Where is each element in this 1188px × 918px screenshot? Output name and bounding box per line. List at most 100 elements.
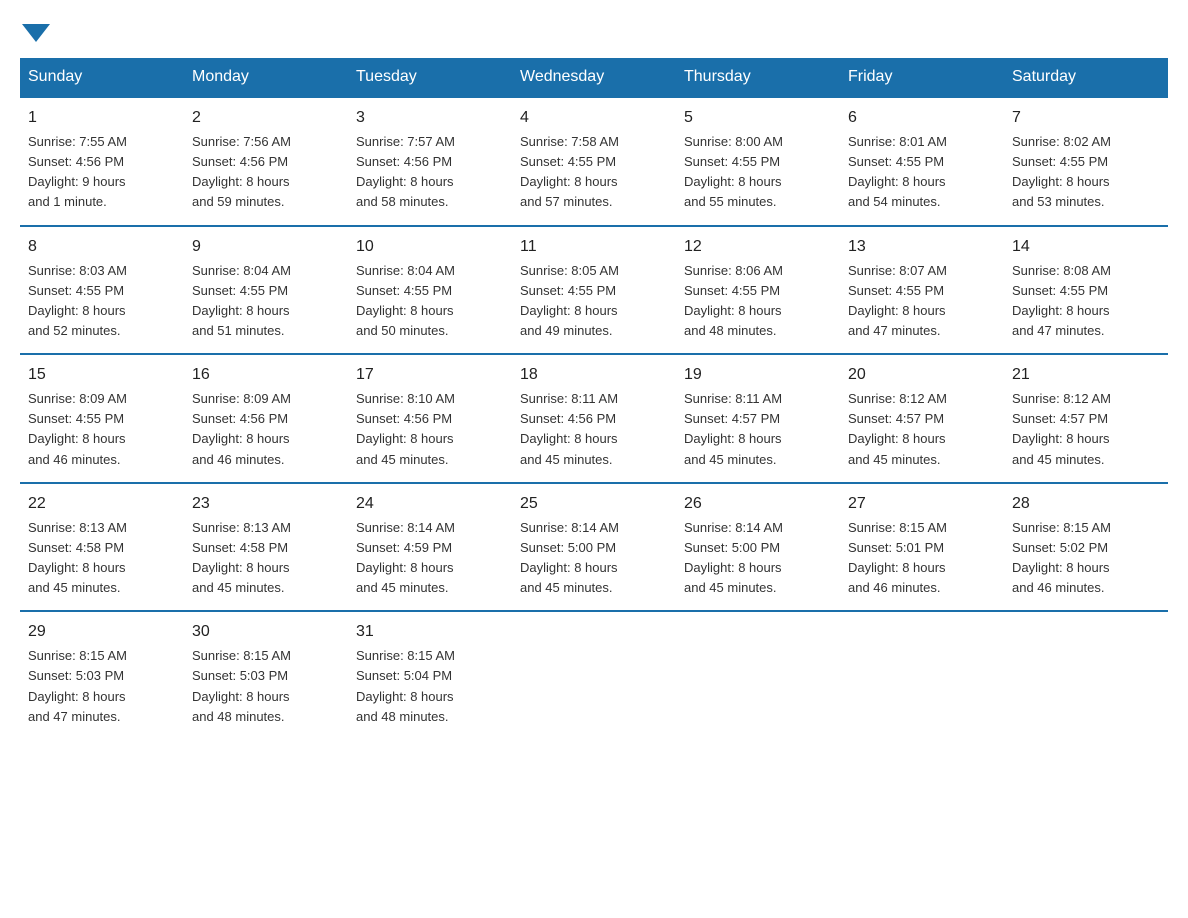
day-number: 29	[28, 620, 176, 644]
day-info: Sunrise: 8:14 AM Sunset: 5:00 PM Dayligh…	[520, 518, 668, 599]
day-info: Sunrise: 8:09 AM Sunset: 4:55 PM Dayligh…	[28, 389, 176, 470]
day-info: Sunrise: 8:12 AM Sunset: 4:57 PM Dayligh…	[848, 389, 996, 470]
calendar-week-4: 22Sunrise: 8:13 AM Sunset: 4:58 PM Dayli…	[20, 483, 1168, 612]
day-info: Sunrise: 8:12 AM Sunset: 4:57 PM Dayligh…	[1012, 389, 1160, 470]
day-number: 26	[684, 492, 832, 516]
day-number: 28	[1012, 492, 1160, 516]
day-info: Sunrise: 7:57 AM Sunset: 4:56 PM Dayligh…	[356, 132, 504, 213]
day-info: Sunrise: 8:14 AM Sunset: 5:00 PM Dayligh…	[684, 518, 832, 599]
day-info: Sunrise: 8:00 AM Sunset: 4:55 PM Dayligh…	[684, 132, 832, 213]
day-number: 4	[520, 106, 668, 130]
day-number: 24	[356, 492, 504, 516]
calendar-cell: 27Sunrise: 8:15 AM Sunset: 5:01 PM Dayli…	[840, 483, 1004, 612]
day-info: Sunrise: 8:07 AM Sunset: 4:55 PM Dayligh…	[848, 261, 996, 342]
day-info: Sunrise: 8:15 AM Sunset: 5:02 PM Dayligh…	[1012, 518, 1160, 599]
calendar-cell: 1Sunrise: 7:55 AM Sunset: 4:56 PM Daylig…	[20, 97, 184, 226]
calendar-week-2: 8Sunrise: 8:03 AM Sunset: 4:55 PM Daylig…	[20, 226, 1168, 355]
day-number: 15	[28, 363, 176, 387]
day-number: 12	[684, 235, 832, 259]
calendar-cell: 25Sunrise: 8:14 AM Sunset: 5:00 PM Dayli…	[512, 483, 676, 612]
day-number: 20	[848, 363, 996, 387]
day-number: 23	[192, 492, 340, 516]
day-number: 11	[520, 235, 668, 259]
calendar-week-3: 15Sunrise: 8:09 AM Sunset: 4:55 PM Dayli…	[20, 354, 1168, 483]
calendar-cell: 13Sunrise: 8:07 AM Sunset: 4:55 PM Dayli…	[840, 226, 1004, 355]
day-number: 7	[1012, 106, 1160, 130]
calendar-cell: 20Sunrise: 8:12 AM Sunset: 4:57 PM Dayli…	[840, 354, 1004, 483]
calendar-week-5: 29 Sunrise: 8:15 AM Sunset: 5:03 PM Dayli…	[20, 611, 1168, 747]
calendar-table: SundayMondayTuesdayWednesdayThursdayFrid…	[20, 58, 1168, 747]
calendar-cell: 11Sunrise: 8:05 AM Sunset: 4:55 PM Dayli…	[512, 226, 676, 355]
day-number: 31	[356, 620, 504, 644]
calendar-cell	[840, 611, 1004, 747]
calendar-cell: 12Sunrise: 8:06 AM Sunset: 4:55 PM Dayli…	[676, 226, 840, 355]
day-info: Sunrise: 8:11 AM Sunset: 4:56 PM Dayligh…	[520, 389, 668, 470]
calendar-cell: 5Sunrise: 8:00 AM Sunset: 4:55 PM Daylig…	[676, 97, 840, 226]
calendar-cell: 8Sunrise: 8:03 AM Sunset: 4:55 PM Daylig…	[20, 226, 184, 355]
day-number: 14	[1012, 235, 1160, 259]
day-number: 25	[520, 492, 668, 516]
weekday-header-wednesday: Wednesday	[512, 58, 676, 97]
day-number: 10	[356, 235, 504, 259]
calendar-cell: 2Sunrise: 7:56 AM Sunset: 4:56 PM Daylig…	[184, 97, 348, 226]
calendar-cell: 24Sunrise: 8:14 AM Sunset: 4:59 PM Dayli…	[348, 483, 512, 612]
calendar-cell: 23Sunrise: 8:13 AM Sunset: 4:58 PM Dayli…	[184, 483, 348, 612]
calendar-header: SundayMondayTuesdayWednesdayThursdayFrid…	[20, 58, 1168, 97]
day-number: 13	[848, 235, 996, 259]
day-info: Sunrise: 8:08 AM Sunset: 4:55 PM Dayligh…	[1012, 261, 1160, 342]
calendar-cell: 31Sunrise: 8:15 AM Sunset: 5:04 PM Dayli…	[348, 611, 512, 747]
calendar-cell	[676, 611, 840, 747]
calendar-cell: 3Sunrise: 7:57 AM Sunset: 4:56 PM Daylig…	[348, 97, 512, 226]
weekday-header-saturday: Saturday	[1004, 58, 1168, 97]
calendar-cell: 4Sunrise: 7:58 AM Sunset: 4:55 PM Daylig…	[512, 97, 676, 226]
calendar-cell: 7Sunrise: 8:02 AM Sunset: 4:55 PM Daylig…	[1004, 97, 1168, 226]
day-info: Sunrise: 8:04 AM Sunset: 4:55 PM Dayligh…	[356, 261, 504, 342]
calendar-cell: 26Sunrise: 8:14 AM Sunset: 5:00 PM Dayli…	[676, 483, 840, 612]
calendar-cell	[512, 611, 676, 747]
day-info: Sunrise: 8:09 AM Sunset: 4:56 PM Dayligh…	[192, 389, 340, 470]
day-number: 16	[192, 363, 340, 387]
weekday-header-thursday: Thursday	[676, 58, 840, 97]
day-info: Sunrise: 8:11 AM Sunset: 4:57 PM Dayligh…	[684, 389, 832, 470]
calendar-cell: 22Sunrise: 8:13 AM Sunset: 4:58 PM Dayli…	[20, 483, 184, 612]
day-info: Sunrise: 8:13 AM Sunset: 4:58 PM Dayligh…	[28, 518, 176, 599]
day-info: Sunrise: 8:02 AM Sunset: 4:55 PM Dayligh…	[1012, 132, 1160, 213]
day-info: Sunrise: 8:15 AM Sunset: 5:03 PM Dayligh…	[192, 646, 340, 727]
day-info: Sunrise: 8:05 AM Sunset: 4:55 PM Dayligh…	[520, 261, 668, 342]
calendar-cell: 14Sunrise: 8:08 AM Sunset: 4:55 PM Dayli…	[1004, 226, 1168, 355]
weekday-header-sunday: Sunday	[20, 58, 184, 97]
day-number: 30	[192, 620, 340, 644]
day-number: 27	[848, 492, 996, 516]
logo	[20, 20, 52, 38]
day-info: Sunrise: 7:55 AM Sunset: 4:56 PM Dayligh…	[28, 132, 176, 213]
calendar-cell: 6Sunrise: 8:01 AM Sunset: 4:55 PM Daylig…	[840, 97, 1004, 226]
day-number: 2	[192, 106, 340, 130]
calendar-cell	[1004, 611, 1168, 747]
day-number: 17	[356, 363, 504, 387]
logo-triangle-icon	[22, 24, 50, 42]
calendar-cell: 9Sunrise: 8:04 AM Sunset: 4:55 PM Daylig…	[184, 226, 348, 355]
day-number: 21	[1012, 363, 1160, 387]
calendar-cell: 30Sunrise: 8:15 AM Sunset: 5:03 PM Dayli…	[184, 611, 348, 747]
day-number: 5	[684, 106, 832, 130]
day-info: Sunrise: 8:14 AM Sunset: 4:59 PM Dayligh…	[356, 518, 504, 599]
day-info: Sunrise: 8:15 AM Sunset: 5:01 PM Dayligh…	[848, 518, 996, 599]
calendar-cell: 17Sunrise: 8:10 AM Sunset: 4:56 PM Dayli…	[348, 354, 512, 483]
day-info: Sunrise: 7:58 AM Sunset: 4:55 PM Dayligh…	[520, 132, 668, 213]
weekday-header-friday: Friday	[840, 58, 1004, 97]
calendar-cell: 18Sunrise: 8:11 AM Sunset: 4:56 PM Dayli…	[512, 354, 676, 483]
day-info: Sunrise: 8:10 AM Sunset: 4:56 PM Dayligh…	[356, 389, 504, 470]
day-info: Sunrise: 8:04 AM Sunset: 4:55 PM Dayligh…	[192, 261, 340, 342]
day-number: 8	[28, 235, 176, 259]
day-number: 6	[848, 106, 996, 130]
day-number: 19	[684, 363, 832, 387]
calendar-cell: 29Sunrise: 8:15 AM Sunset: 5:03 PM Dayli…	[20, 611, 184, 747]
day-number: 1	[28, 106, 176, 130]
day-number: 3	[356, 106, 504, 130]
calendar-body: 1Sunrise: 7:55 AM Sunset: 4:56 PM Daylig…	[20, 97, 1168, 747]
calendar-cell: 19Sunrise: 8:11 AM Sunset: 4:57 PM Dayli…	[676, 354, 840, 483]
weekday-header-tuesday: Tuesday	[348, 58, 512, 97]
day-info: Sunrise: 8:13 AM Sunset: 4:58 PM Dayligh…	[192, 518, 340, 599]
calendar-cell: 10Sunrise: 8:04 AM Sunset: 4:55 PM Dayli…	[348, 226, 512, 355]
calendar-week-1: 1Sunrise: 7:55 AM Sunset: 4:56 PM Daylig…	[20, 97, 1168, 226]
